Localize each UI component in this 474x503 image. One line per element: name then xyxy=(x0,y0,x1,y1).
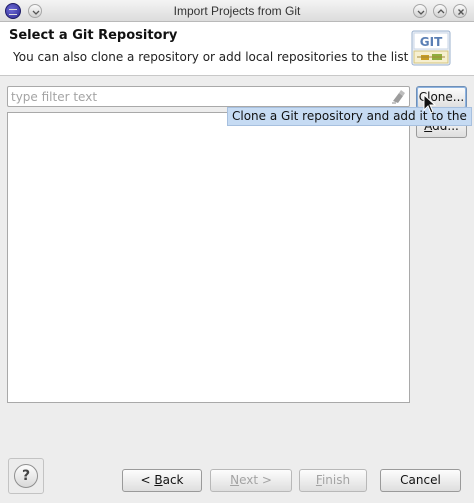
next-button[interactable]: Next > xyxy=(210,469,292,492)
help-button[interactable]: ? xyxy=(8,458,44,494)
git-logo-text: GIT xyxy=(420,35,443,49)
clear-filter-icon[interactable] xyxy=(390,89,406,105)
page-title: Select a Git Repository xyxy=(9,28,178,43)
title-bar: Import Projects from Git xyxy=(0,0,474,22)
help-icon: ? xyxy=(14,464,38,488)
maximize-button[interactable] xyxy=(433,4,447,18)
wizard-header: Select a Git Repository You can also clo… xyxy=(0,22,474,76)
close-button[interactable] xyxy=(453,4,467,18)
git-logo-icon: GIT xyxy=(411,30,451,66)
filter-input[interactable] xyxy=(11,88,391,105)
cancel-button[interactable]: Cancel xyxy=(380,469,461,492)
close-icon xyxy=(458,9,464,15)
mouse-pointer-icon xyxy=(423,94,437,114)
window-title: Import Projects from Git xyxy=(173,4,301,18)
minimize-button[interactable] xyxy=(413,4,427,18)
back-button[interactable]: < Back xyxy=(122,469,202,492)
page-description: You can also clone a repository or add l… xyxy=(13,50,409,64)
finish-button[interactable]: Finish xyxy=(299,469,367,492)
repository-list[interactable] xyxy=(7,112,410,403)
filter-field[interactable] xyxy=(7,86,410,107)
